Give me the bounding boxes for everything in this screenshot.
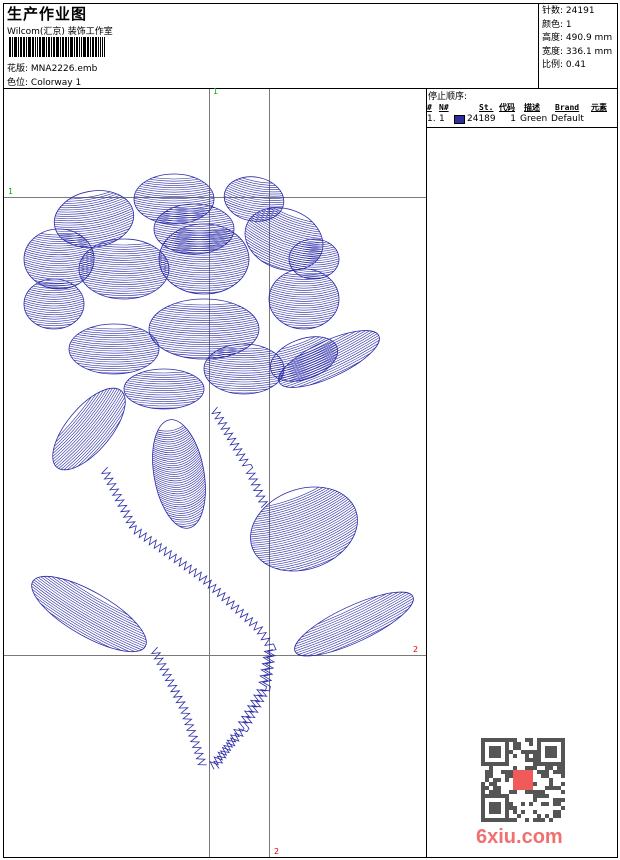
qr-code [481, 738, 565, 822]
rose-petal [203, 343, 285, 395]
table-divider [427, 127, 618, 128]
embroidery-flower [22, 172, 421, 770]
color-count: 颜色: 1 [542, 19, 572, 30]
rose-petal [288, 238, 340, 280]
design-label: 花版: [7, 64, 29, 74]
colorway-label: 色位: [7, 78, 29, 88]
thread-color-swatch [454, 114, 465, 124]
design-value: MNA2226.emb [30, 64, 98, 74]
stop-sequence-title: 停止顺序: [428, 92, 468, 102]
design-file: 花版: MNA2226.emb [7, 61, 97, 74]
rose-petal [23, 278, 85, 330]
colorway-value: Colorway 1 [30, 78, 82, 88]
rose-petal [78, 238, 170, 300]
leaf [40, 376, 138, 482]
barcode [9, 37, 105, 57]
design-info: 针数: 24191 颜色: 1 高度: 490.9 mm 宽度: 336.1 m… [538, 3, 618, 88]
page-title: 生产作业图 [7, 5, 88, 23]
stop-sequence-table: 停止顺序: # N# St. 代码 描述 Brand 元素 1. 1 24189… [427, 89, 618, 128]
panel-divider [426, 88, 427, 858]
company-name: Wilcom(汇京) 装饰工作室 [7, 27, 113, 37]
watermark-logo: 6xiu.com [476, 826, 563, 848]
rose-petal [148, 298, 260, 360]
stem [150, 646, 207, 766]
rose-petal [236, 197, 332, 281]
table-header: # N# St. 代码 描述 Brand 元素 [427, 102, 607, 112]
stem [211, 406, 269, 508]
rose-petal [133, 173, 215, 225]
design-height: 高度: 490.9 mm [542, 33, 613, 43]
design-canvas: 1 1 2 2 [4, 87, 426, 857]
leaf [287, 580, 421, 668]
colorway: 色位: Colorway 1 [7, 75, 81, 88]
leaf [144, 415, 214, 533]
stem [212, 649, 273, 769]
leaf [271, 319, 387, 399]
rose-petal [268, 268, 340, 330]
design-width: 宽度: 336.1 mm [542, 46, 613, 57]
stitch-count: 针数: 24191 [542, 6, 595, 16]
design-scale: 比例: 0.41 [542, 60, 586, 70]
leaf [22, 562, 157, 664]
rose-petal [123, 368, 205, 410]
table-row: 1. 1 24189 1 Green Default [427, 114, 584, 124]
rose-petal [68, 323, 160, 375]
